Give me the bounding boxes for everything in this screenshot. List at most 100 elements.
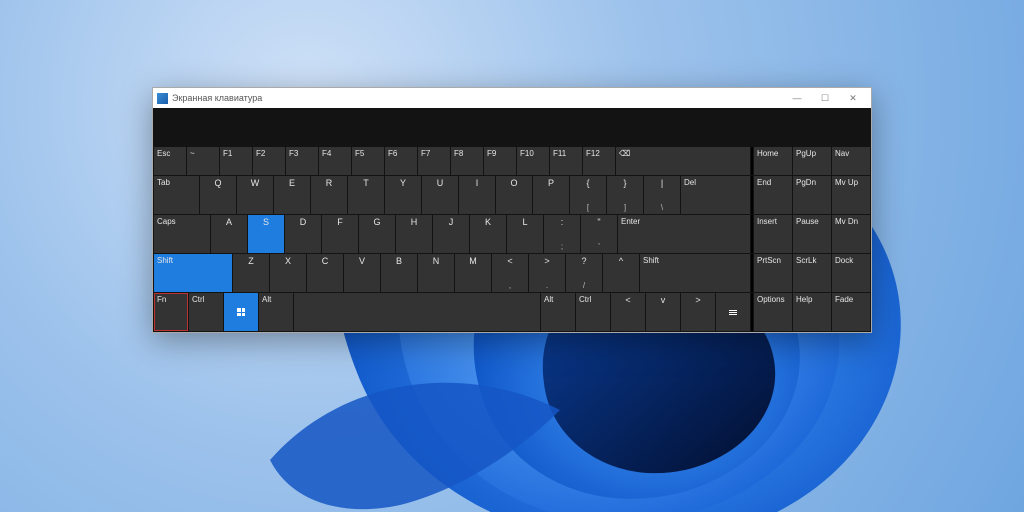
key-y[interactable]: Y [385,176,421,214]
key-right-ctrl[interactable]: Ctrl [576,293,610,331]
window-title: Экранная клавиатура [172,93,783,103]
key-quote[interactable]: "' [581,215,617,253]
key-up-arrow[interactable]: ^ [603,254,639,292]
key-left-arrow[interactable]: < [611,293,645,331]
key-down-arrow[interactable]: v [646,293,680,331]
key-mvdn[interactable]: Mv Dn [832,215,870,253]
key-e[interactable]: E [274,176,310,214]
key-f[interactable]: F [322,215,358,253]
key-scrlk[interactable]: ScrLk [793,254,831,292]
key-f4[interactable]: F4 [319,147,351,175]
key-m[interactable]: M [455,254,491,292]
key-comma[interactable]: <, [492,254,528,292]
key-v[interactable]: V [344,254,380,292]
key-home[interactable]: Home [754,147,792,175]
row-asdf: Caps A S D F G H J K L :; "' Enter Inser… [154,215,870,253]
key-z[interactable]: Z [233,254,269,292]
key-f8[interactable]: F8 [451,147,483,175]
close-button[interactable]: ✕ [839,88,867,108]
minimize-button[interactable]: — [783,88,811,108]
key-t[interactable]: T [348,176,384,214]
key-mvup[interactable]: Mv Up [832,176,870,214]
key-del[interactable]: Del [681,176,750,214]
key-h[interactable]: H [396,215,432,253]
key-w[interactable]: W [237,176,273,214]
window-controls: — ☐ ✕ [783,88,867,108]
key-end[interactable]: End [754,176,792,214]
key-insert[interactable]: Insert [754,215,792,253]
row-zxcv: Shift Z X C V B N M <, >. ?/ ^ Shift Prt… [154,254,870,292]
key-esc[interactable]: Esc [154,147,186,175]
key-right-arrow[interactable]: > [681,293,715,331]
key-backspace[interactable]: ⌫ [616,147,750,175]
key-f1[interactable]: F1 [220,147,252,175]
key-f2[interactable]: F2 [253,147,285,175]
key-g[interactable]: G [359,215,395,253]
maximize-button[interactable]: ☐ [811,88,839,108]
key-f6[interactable]: F6 [385,147,417,175]
key-a[interactable]: A [211,215,247,253]
context-menu-icon [729,310,737,315]
key-backslash[interactable]: |\ [644,176,680,214]
key-f7[interactable]: F7 [418,147,450,175]
key-f5[interactable]: F5 [352,147,384,175]
key-pgup[interactable]: PgUp [793,147,831,175]
key-r[interactable]: R [311,176,347,214]
row-function: Esc ~ F1 F2 F3 F4 F5 F6 F7 F8 F9 F10 F11… [154,147,870,175]
key-help[interactable]: Help [793,293,831,331]
key-tilde[interactable]: ~ [187,147,219,175]
key-semicolon[interactable]: :; [544,215,580,253]
key-nav[interactable]: Nav [832,147,870,175]
key-s[interactable]: S [248,215,284,253]
osk-window: Экранная клавиатура — ☐ ✕ Esc ~ F1 F2 F3… [152,87,872,333]
windows-logo-icon [237,308,245,316]
key-l[interactable]: L [507,215,543,253]
key-caps[interactable]: Caps [154,215,210,253]
key-x[interactable]: X [270,254,306,292]
key-c[interactable]: C [307,254,343,292]
key-q[interactable]: Q [200,176,236,214]
key-dock[interactable]: Dock [832,254,870,292]
key-prtscn[interactable]: PrtScn [754,254,792,292]
key-tab[interactable]: Tab [154,176,199,214]
keyboard-header-strip [154,109,870,147]
key-win[interactable] [224,293,258,331]
key-f9[interactable]: F9 [484,147,516,175]
key-left-alt[interactable]: Alt [259,293,293,331]
key-d[interactable]: D [285,215,321,253]
key-b[interactable]: B [381,254,417,292]
key-fade[interactable]: Fade [832,293,870,331]
key-k[interactable]: K [470,215,506,253]
key-fn[interactable]: Fn [154,293,188,331]
key-left-bracket[interactable]: {[ [570,176,606,214]
key-u[interactable]: U [422,176,458,214]
key-n[interactable]: N [418,254,454,292]
key-f12[interactable]: F12 [583,147,615,175]
key-j[interactable]: J [433,215,469,253]
key-i[interactable]: I [459,176,495,214]
key-p[interactable]: P [533,176,569,214]
key-options[interactable]: Options [754,293,792,331]
key-f10[interactable]: F10 [517,147,549,175]
key-context-menu[interactable] [716,293,750,331]
titlebar: Экранная клавиатура — ☐ ✕ [153,88,871,108]
key-right-bracket[interactable]: }] [607,176,643,214]
row-qwerty: Tab Q W E R T Y U I O P {[ }] |\ Del End… [154,176,870,214]
row-bottom: Fn Ctrl Alt Alt Ctrl < v > Options Help … [154,293,870,331]
key-left-ctrl[interactable]: Ctrl [189,293,223,331]
key-f11[interactable]: F11 [550,147,582,175]
key-right-alt[interactable]: Alt [541,293,575,331]
key-space[interactable] [294,293,540,331]
key-right-shift[interactable]: Shift [640,254,750,292]
app-icon [157,93,168,104]
key-period[interactable]: >. [529,254,565,292]
key-left-shift[interactable]: Shift [154,254,232,292]
keyboard-body: Esc ~ F1 F2 F3 F4 F5 F6 F7 F8 F9 F10 F11… [153,108,871,332]
key-slash[interactable]: ?/ [566,254,602,292]
backspace-icon: ⌫ [619,149,747,158]
key-enter[interactable]: Enter [618,215,750,253]
key-pgdn[interactable]: PgDn [793,176,831,214]
key-o[interactable]: O [496,176,532,214]
key-f3[interactable]: F3 [286,147,318,175]
key-pause[interactable]: Pause [793,215,831,253]
